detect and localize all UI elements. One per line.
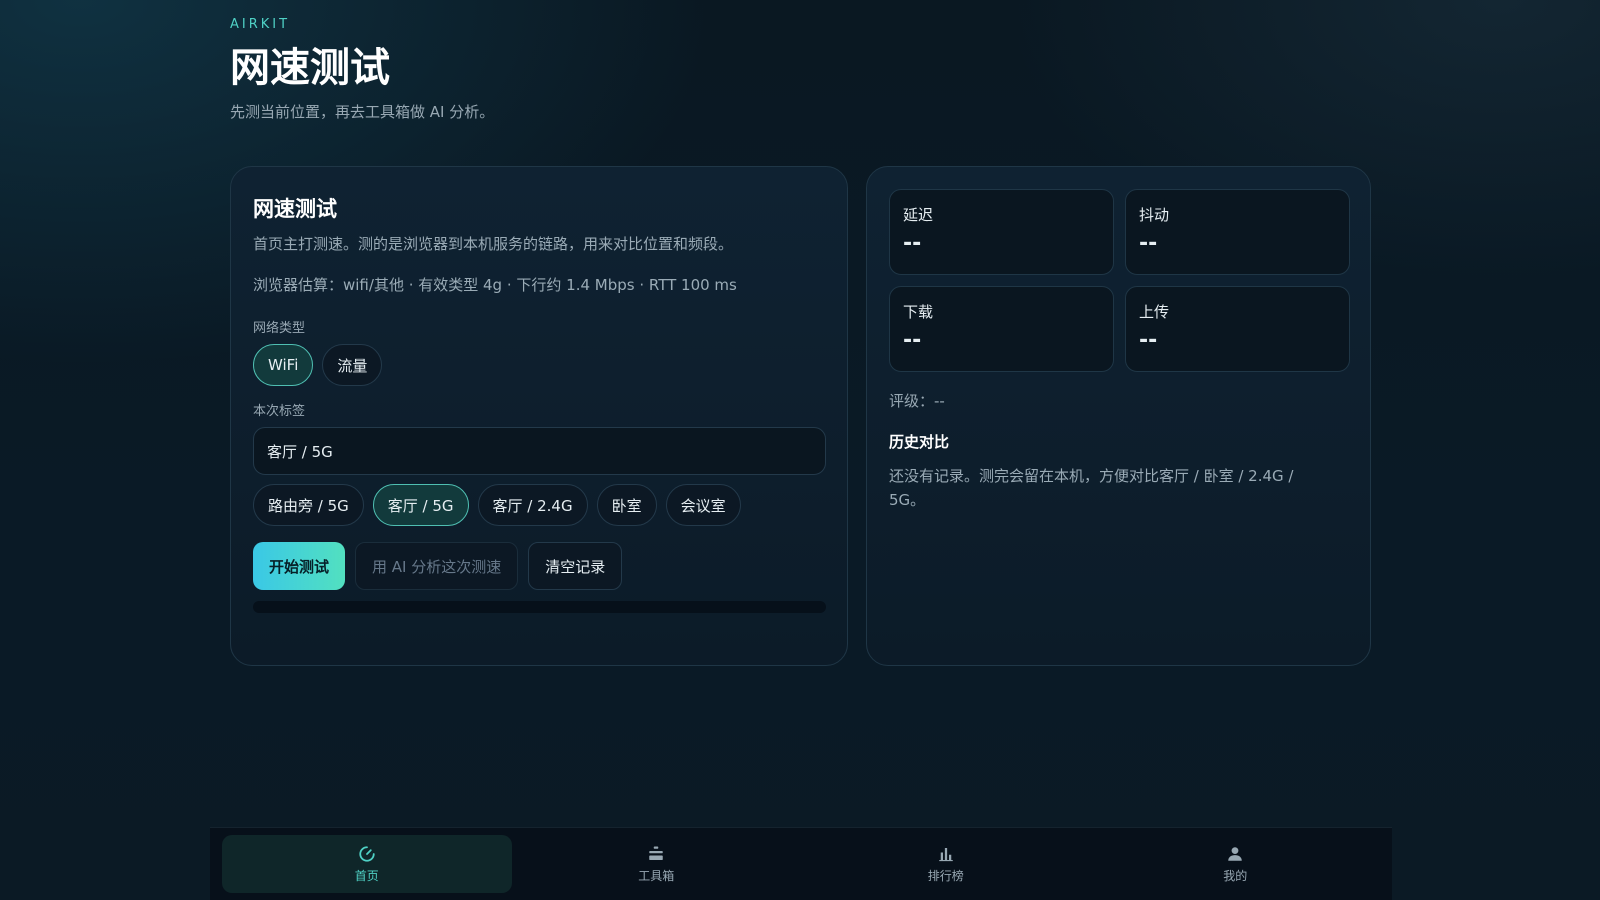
history-title: 历史对比 [889,433,950,451]
network-type-label: 网络类型 [253,321,306,336]
speed-test-card: 网速测试 首页主打测速。测的是浏览器到本机服务的链路，用来对比位置和频段。 浏览… [230,166,848,666]
nav-label: 工具箱 [638,868,675,883]
metric-label: 抖动 [1139,206,1170,224]
metric-value: -- [903,328,922,353]
history-text: 还没有记录。测完会留在本机，方便对比客厅 / 卧室 / 2.4G / 5G。 [889,467,1294,509]
metric-value: -- [903,231,922,256]
nav-label: 我的 [1223,868,1248,883]
nav-label: 首页 [354,868,379,883]
rating-text: 评级：-- [889,392,945,410]
metric-label: 延迟 [903,206,934,224]
page-header: AIRKIT 网速测试 先测当前位置，再去工具箱做 AI 分析。 [230,17,494,122]
results-card: 延迟 -- 抖动 -- 下载 -- 上传 -- 评级：-- 历史对比 还没有记录… [866,166,1371,666]
network-type-chips: WiFi 流量 [253,344,825,386]
nav-item-toolbox[interactable]: 工具箱 [512,835,802,893]
bar-chart-icon [939,847,953,861]
nav-item-profile[interactable]: 我的 [1091,835,1381,893]
nav-item-leaderboard[interactable]: 排行榜 [801,835,1091,893]
tag-preset-chip[interactable]: 客厅 / 5G [372,484,469,526]
metric-upload: 上传 -- [1125,286,1350,372]
page-title: 网速测试 [230,45,390,91]
ai-analyze-button[interactable]: 用 AI 分析这次测速 [355,542,519,590]
metric-download: 下载 -- [889,286,1114,372]
browser-estimate: 浏览器估算：wifi/其他 · 有效类型 4g · 下行约 1.4 Mbps ·… [253,276,737,294]
metric-jitter: 抖动 -- [1125,189,1350,275]
tag-label: 本次标签 [253,404,306,419]
tag-preset-chips: 路由旁 / 5G 客厅 / 5G 客厅 / 2.4G 卧室 会议室 [253,484,825,526]
tag-preset-chip[interactable]: 会议室 [665,484,741,526]
card-title: 网速测试 [253,197,337,221]
speed-gauge-icon [359,845,375,862]
tag-input[interactable] [253,427,826,475]
clear-records-button[interactable]: 清空记录 [528,542,623,590]
bottom-nav: 首页 工具箱 排行榜 我的 [210,827,1392,900]
network-type-wifi-chip[interactable]: WiFi [253,344,314,386]
brand-label: AIRKIT [230,17,291,32]
metric-value: -- [1139,231,1158,256]
test-progress-bar [253,601,826,613]
card-description: 首页主打测速。测的是浏览器到本机服务的链路，用来对比位置和频段。 [253,235,734,253]
nav-label: 排行榜 [927,868,964,883]
start-test-button[interactable]: 开始测试 [253,542,346,590]
metric-value: -- [1139,328,1158,353]
action-buttons: 开始测试 用 AI 分析这次测速 清空记录 [253,542,825,590]
toolbox-icon [649,846,663,860]
page-subtitle: 先测当前位置，再去工具箱做 AI 分析。 [230,103,495,121]
network-type-cellular-chip[interactable]: 流量 [322,344,383,386]
user-icon [1228,846,1242,861]
metric-latency: 延迟 -- [889,189,1114,275]
nav-item-home[interactable]: 首页 [222,835,512,893]
tag-preset-chip[interactable]: 路由旁 / 5G [253,484,364,526]
metric-label: 上传 [1139,303,1170,321]
metrics-grid: 延迟 -- 抖动 -- 下载 -- 上传 -- [889,189,1350,372]
metric-label: 下载 [903,303,934,321]
tag-preset-chip[interactable]: 卧室 [596,484,657,526]
tag-preset-chip[interactable]: 客厅 / 2.4G [477,484,588,526]
